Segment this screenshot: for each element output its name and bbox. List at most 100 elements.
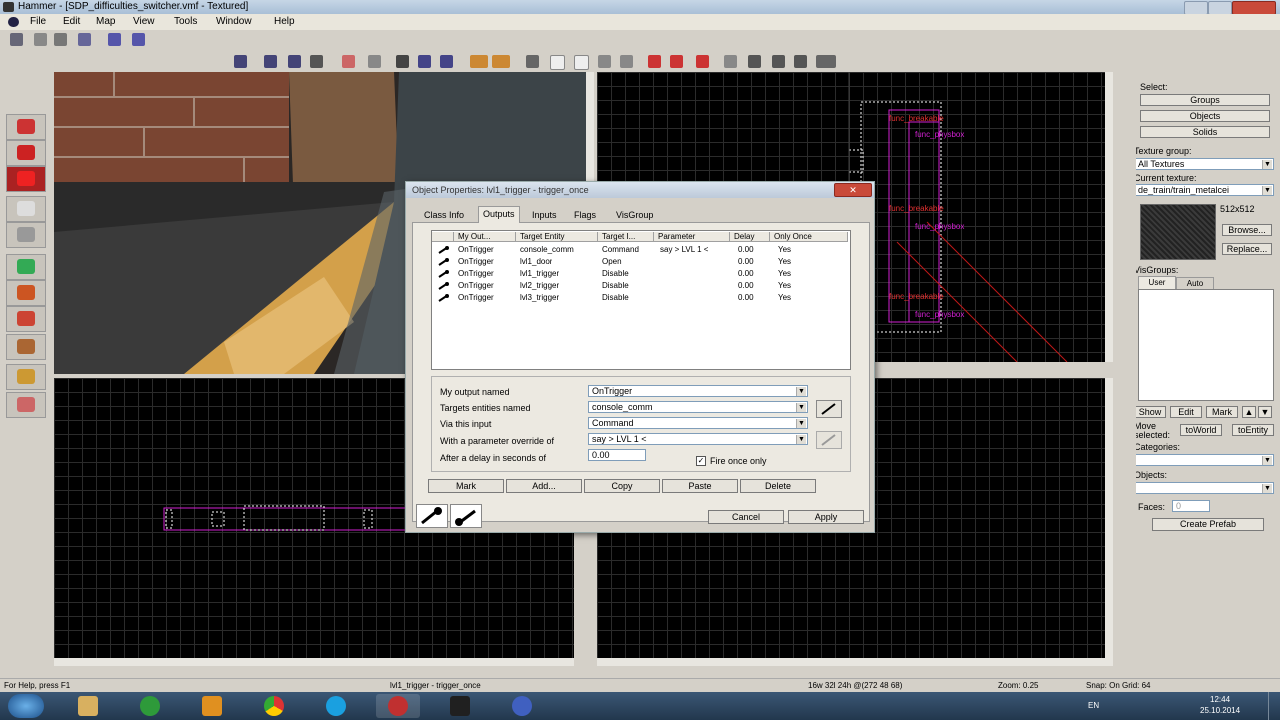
texture-tool[interactable] bbox=[6, 254, 46, 280]
outputs-mode-button[interactable] bbox=[416, 504, 448, 528]
taskbar-hammer[interactable] bbox=[376, 694, 420, 718]
paste-button[interactable]: Paste bbox=[662, 479, 738, 493]
tab-class-info[interactable]: Class Info bbox=[420, 208, 468, 222]
menu-window[interactable]: Window bbox=[216, 16, 252, 27]
show-desktop-button[interactable] bbox=[1268, 692, 1280, 720]
tray-icons[interactable] bbox=[1110, 700, 1170, 712]
hide-selected-icon[interactable] bbox=[648, 55, 661, 68]
maximize-button[interactable] bbox=[1208, 1, 1232, 15]
input-select[interactable]: Command ▼ bbox=[588, 417, 808, 429]
column-header[interactable]: My Out... bbox=[454, 232, 516, 242]
column-header[interactable]: Parameter bbox=[654, 232, 730, 242]
taskbar-explorer[interactable] bbox=[66, 694, 110, 718]
eyedropper-button[interactable] bbox=[816, 400, 842, 418]
dialog-close-button[interactable]: ✕ bbox=[834, 183, 872, 197]
view-scrollbar[interactable] bbox=[597, 658, 1113, 666]
show-button[interactable]: Show bbox=[1134, 406, 1166, 418]
carve-icon[interactable] bbox=[342, 55, 355, 68]
toggle-models-icon[interactable] bbox=[794, 55, 807, 68]
toggle-grid-icon[interactable] bbox=[772, 55, 785, 68]
texture-preview[interactable] bbox=[1140, 204, 1216, 260]
vertex-tool[interactable] bbox=[6, 392, 46, 418]
up-arrow-button[interactable]: ▲ bbox=[1242, 406, 1256, 418]
outputs-table[interactable]: My Out... Target Entity Target I... Para… bbox=[431, 230, 851, 370]
overlay-tool[interactable] bbox=[6, 334, 46, 360]
tab-visgroup[interactable]: VisGroup bbox=[612, 208, 657, 222]
delete-button[interactable]: Delete bbox=[740, 479, 816, 493]
taskbar-media-player[interactable] bbox=[190, 694, 234, 718]
taskbar-steam[interactable] bbox=[438, 694, 482, 718]
grid-size-down-icon[interactable] bbox=[470, 55, 488, 68]
paste-special-icon[interactable] bbox=[574, 55, 589, 70]
column-header[interactable]: Only Once bbox=[770, 232, 848, 242]
param-eyedropper-button[interactable] bbox=[816, 431, 842, 449]
view-scrollbar[interactable] bbox=[54, 658, 574, 666]
clock-time[interactable]: 12:44 bbox=[1210, 695, 1230, 704]
clip-tool[interactable] bbox=[6, 364, 46, 390]
taskbar-messenger[interactable] bbox=[128, 694, 172, 718]
menu-view[interactable]: View bbox=[133, 16, 155, 27]
tab-outputs[interactable]: Outputs bbox=[478, 206, 520, 223]
edit-button[interactable]: Edit bbox=[1170, 406, 1202, 418]
mark-button[interactable]: Mark bbox=[428, 479, 504, 493]
group-box-icon[interactable] bbox=[526, 55, 539, 68]
copy-icon[interactable] bbox=[418, 55, 431, 68]
to-entity-button[interactable]: toEntity bbox=[1232, 424, 1274, 436]
clock-date[interactable]: 25.10.2014 bbox=[1200, 706, 1240, 715]
down-arrow-button[interactable]: ▼ bbox=[1258, 406, 1272, 418]
menu-help[interactable]: Help bbox=[274, 16, 295, 27]
objects-select[interactable]: ▼ bbox=[1134, 482, 1274, 494]
apply-button[interactable]: Apply bbox=[788, 510, 864, 524]
eye-icon[interactable] bbox=[748, 55, 761, 68]
undo-icon[interactable] bbox=[234, 55, 247, 68]
table-row[interactable]: OnTrigger lvl1_trigger Disable 0.00 Yes bbox=[432, 268, 848, 280]
menu-edit[interactable]: Edit bbox=[63, 16, 80, 27]
column-header[interactable]: Delay bbox=[730, 232, 770, 242]
column-header[interactable]: Target Entity bbox=[516, 232, 598, 242]
save-icon[interactable] bbox=[288, 55, 301, 68]
param-select[interactable]: say > LVL 1 < ▼ bbox=[588, 433, 808, 445]
cancel-button[interactable]: Cancel bbox=[708, 510, 784, 524]
decal-tool[interactable] bbox=[6, 306, 46, 332]
print-icon[interactable] bbox=[310, 55, 323, 68]
tab-inputs[interactable]: Inputs bbox=[528, 208, 561, 222]
view-scrollbar[interactable] bbox=[1105, 378, 1113, 666]
block-tool[interactable] bbox=[6, 222, 46, 248]
groups-radio[interactable]: Groups bbox=[1140, 94, 1270, 106]
dialog-title-bar[interactable]: Object Properties: lvl1_trigger - trigge… bbox=[406, 182, 874, 198]
view-scrollbar[interactable] bbox=[1105, 72, 1113, 362]
close-button[interactable] bbox=[1232, 1, 1276, 15]
fire-once-checkbox[interactable]: ✓ bbox=[696, 456, 706, 466]
objects-radio[interactable]: Objects bbox=[1140, 110, 1270, 122]
taskbar-skype[interactable] bbox=[314, 694, 358, 718]
create-prefab-button[interactable]: Create Prefab bbox=[1152, 518, 1264, 531]
camera-tool[interactable] bbox=[6, 166, 46, 192]
menu-tools[interactable]: Tools bbox=[174, 16, 197, 27]
menu-file[interactable]: File bbox=[30, 16, 46, 27]
replace-button[interactable]: Replace... bbox=[1222, 243, 1272, 255]
delay-input[interactable]: 0.00 bbox=[588, 449, 646, 461]
group-icon[interactable] bbox=[78, 33, 91, 46]
visgroup-list[interactable] bbox=[1138, 289, 1274, 401]
mark-button[interactable]: Mark bbox=[1206, 406, 1238, 418]
table-row[interactable]: OnTrigger lvl2_trigger Disable 0.00 Yes bbox=[432, 280, 848, 292]
faces-stepper[interactable]: 0 bbox=[1172, 500, 1210, 512]
apply-texture-tool[interactable] bbox=[6, 280, 46, 306]
browse-button[interactable]: Browse... bbox=[1222, 224, 1272, 236]
flip-v-icon[interactable] bbox=[620, 55, 633, 68]
app-menu-icon[interactable] bbox=[8, 17, 19, 27]
table-row[interactable]: OnTrigger lvl1_door Open 0.00 Yes bbox=[432, 256, 848, 268]
output-select[interactable]: OnTrigger ▼ bbox=[588, 385, 808, 397]
texture-lock-icon[interactable] bbox=[54, 33, 67, 46]
tab-flags[interactable]: Flags bbox=[570, 208, 600, 222]
texture-group-select[interactable]: All Textures ▼ bbox=[1134, 158, 1274, 170]
hollow-icon[interactable] bbox=[368, 55, 381, 68]
to-world-button[interactable]: toWorld bbox=[1180, 424, 1222, 436]
inputs-mode-button[interactable] bbox=[450, 504, 482, 528]
column-header[interactable]: Target I... bbox=[598, 232, 654, 242]
hide-icon[interactable] bbox=[132, 33, 145, 46]
selection-icon[interactable] bbox=[34, 33, 47, 46]
current-texture-select[interactable]: de_train/train_metalcei ▼ bbox=[1134, 184, 1274, 196]
tab-user[interactable]: User bbox=[1138, 276, 1176, 290]
copy-button[interactable]: Copy bbox=[584, 479, 660, 493]
